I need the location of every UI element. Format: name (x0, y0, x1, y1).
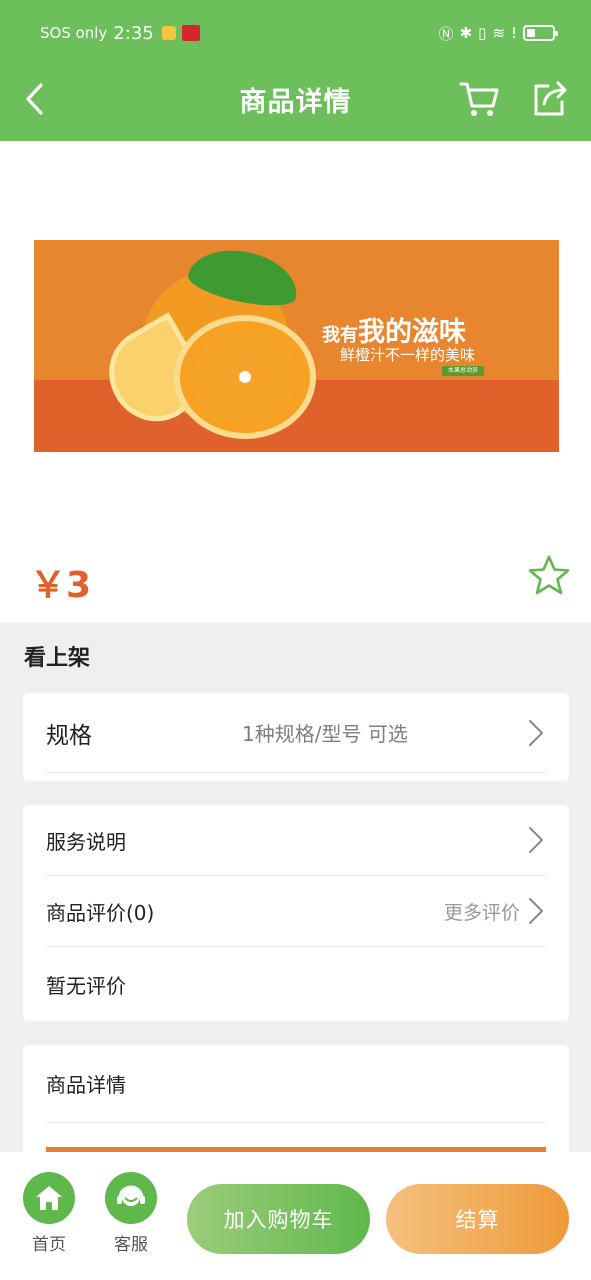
notification-app-icon (161, 26, 176, 40)
status-bar: SOS only 2:35 Ⓝ ✱ ▯ ≋ ! (40, 20, 558, 46)
details-label: 商品详情 (46, 1073, 126, 1097)
reviews-label: 商品评价(0) (46, 900, 155, 925)
wifi-icon: ≋ (492, 24, 505, 42)
customer-service-button[interactable]: 客服 (103, 1172, 159, 1255)
spec-card[interactable]: 规格 1种规格/型号 可选 (23, 693, 569, 781)
product-summary: 我有我的滋味 鲜橙汁不一样的美味 水果总动员 ￥3 (0, 141, 591, 622)
service-label: 客服 (114, 1235, 148, 1255)
app-header: SOS only 2:35 Ⓝ ✱ ▯ ≋ ! 商品详情 (0, 0, 591, 141)
share-button[interactable] (528, 78, 570, 120)
cart-icon (459, 82, 499, 116)
vibrate-icon: ▯ (478, 24, 487, 42)
bottom-action-bar: 首页 客服 加入购物车 结算 (0, 1152, 591, 1280)
headset-icon (105, 1172, 157, 1224)
spec-row[interactable]: 规格 1种规格/型号 可选 (46, 693, 546, 773)
nfc-icon: Ⓝ (438, 24, 454, 43)
reviews-row[interactable]: 商品评价(0) 更多评价 (46, 876, 546, 947)
spec-value: 1种规格/型号 可选 (242, 722, 408, 746)
cart-button[interactable] (458, 78, 500, 120)
share-icon (534, 81, 567, 116)
service-label: 服务说明 (46, 829, 126, 854)
chevron-right-icon (526, 719, 546, 747)
details-row: 商品详情 (46, 1045, 546, 1123)
banner-tag: 水果总动员 (442, 366, 484, 376)
banner-subtitle: 鲜橙汁不一样的美味 (340, 346, 476, 364)
favorite-button[interactable] (527, 554, 571, 596)
carrier-text: SOS only (40, 24, 108, 42)
home-icon (23, 1172, 75, 1224)
chevron-right-icon (526, 897, 546, 925)
notification-news-icon (181, 25, 200, 41)
spec-label: 规格 (46, 722, 92, 749)
checkout-button[interactable]: 结算 (386, 1184, 569, 1254)
battery-icon (523, 25, 558, 41)
alert-icon: ! (510, 24, 517, 42)
more-reviews-link[interactable]: 更多评价 (444, 898, 520, 925)
product-image[interactable]: 我有我的滋味 鲜橙汁不一样的美味 水果总动员 (34, 240, 559, 452)
service-row[interactable]: 服务说明 (46, 805, 546, 876)
shop-name: 看上架 (24, 646, 91, 671)
bluetooth-icon: ✱ (459, 24, 473, 42)
chevron-right-icon (526, 826, 546, 854)
status-icons: Ⓝ ✱ ▯ ≋ ! (438, 23, 558, 44)
page-title: 商品详情 (239, 87, 352, 118)
star-outline-icon (528, 555, 570, 595)
service-review-card: 服务说明 商品评价(0) 更多评价 暂无评价 (23, 805, 569, 1021)
add-to-cart-button[interactable]: 加入购物车 (187, 1184, 370, 1254)
empty-reviews-text: 暂无评价 (46, 973, 126, 998)
product-price: ￥3 (30, 565, 92, 606)
home-button[interactable]: 首页 (21, 1172, 77, 1255)
clock-time: 2:35 (113, 22, 154, 44)
empty-reviews-row: 暂无评价 (46, 947, 546, 1021)
home-label: 首页 (32, 1235, 66, 1255)
